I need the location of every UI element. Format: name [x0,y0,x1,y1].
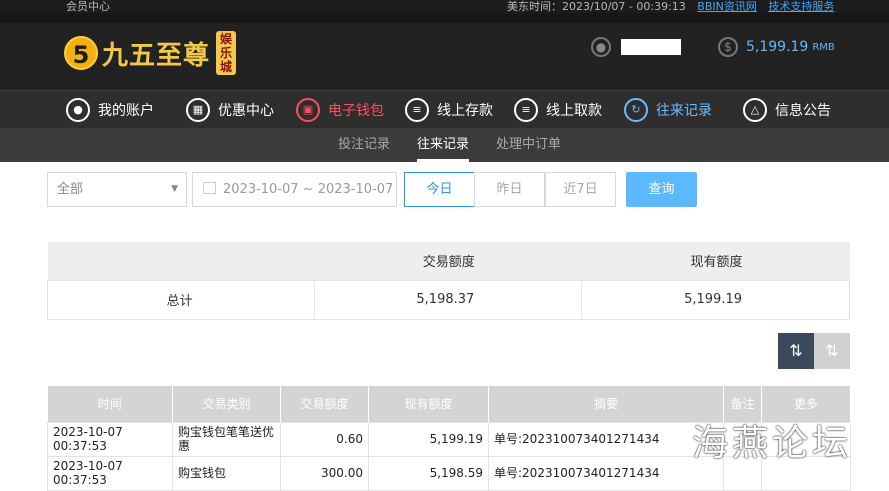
row-balance: 5,199.19 [368,421,489,457]
sort-asc-icon[interactable]: ⇅ [814,333,850,369]
last-7-days-button[interactable]: 近7日 [545,172,616,207]
col-summary: 摘要 [488,386,724,422]
deposit-icon: ≡ [405,98,429,122]
records-icon: ↻ [624,98,648,122]
row-amount: 300.00 [280,455,369,491]
gift-icon: ▦ [186,98,210,122]
summary-trade-value: 5,198.37 [313,279,583,320]
row-time: 2023-10-07 00:37:53 [47,455,173,491]
bell-icon: △ [743,98,767,122]
date-range-input[interactable]: 2023-10-07 ~ 2023-10-07 [192,172,397,207]
bbin-news-link[interactable]: BBIN资讯网 [697,0,757,13]
user-info[interactable]: ● [591,37,681,57]
chevron-down-icon: ▼ [171,184,178,194]
top-right: 美东时间：2023/10/07 - 00:39:13 BBIN资讯网 技术支持服… [507,0,834,13]
filter-bar: 全部 ▼ 2023-10-07 ~ 2023-10-07 今日 昨日 近7日 查… [47,172,850,208]
withdraw-icon: ≡ [514,98,538,122]
watermark: 海燕论坛 [692,423,853,464]
nav-my-account[interactable]: ● 我的账户 [66,91,154,129]
user-icon: ● [66,98,90,122]
row-time: 2023-10-07 00:37:53 [47,421,173,457]
col-type: 交易类别 [172,386,281,422]
nav-e-wallet[interactable]: ▣ 电子钱包 [296,91,384,129]
query-button[interactable]: 查询 [626,172,697,207]
dollar-icon: $ [718,37,738,57]
tab-pending-orders[interactable]: 处理中订单 [496,128,561,162]
logo-mark: 5 [64,36,98,70]
logo-badge: 娱乐城 [216,31,237,75]
row-type: 购宝钱包笔笔送优惠 [172,421,281,457]
calendar-icon [203,182,216,194]
col-balance: 现有额度 [368,386,489,422]
yesterday-button[interactable]: 昨日 [474,172,545,207]
col-time: 时间 [47,386,173,422]
logo[interactable]: 5 九五至尊 娱乐城 [64,31,237,75]
type-select[interactable]: 全部 ▼ [47,172,187,207]
balance-unit: RMB [812,41,835,53]
top-bar: 会员中心 美东时间：2023/10/07 - 00:39:13 BBIN资讯网 … [0,0,889,13]
balance-display: $ 5,199.19 RMB [718,37,835,57]
row-type: 购宝钱包 [172,455,281,491]
row-amount: 0.60 [280,421,369,457]
row-summary: 单号:202310073401271434 [488,455,724,491]
logo-text: 九五至尊 [102,40,211,71]
main-nav: ● 我的账户 ▦ 优惠中心 ▣ 电子钱包 ≡ 线上存款 ≡ 线上取款 ↻ 往来记录 △ 信息公… [0,90,889,128]
summary-table: 交易额度 现有额度 总计 5,198.37 5,199.19 [47,242,850,320]
row-summary: 单号:202310073401271434 [488,421,724,457]
user-icon: ● [591,37,611,57]
row-balance: 5,198.59 [368,455,489,491]
summary-current-value: 5,199.19 [581,279,850,320]
sub-nav: 投注记录 往来记录 处理中订单 [0,128,889,162]
balance-value: 5,199.19 [746,39,809,55]
summary-header-blank [47,242,315,280]
summary-header-trade: 交易额度 [314,242,582,280]
nav-online-withdraw[interactable]: ≡ 线上取款 [514,91,602,129]
nav-online-deposit[interactable]: ≡ 线上存款 [405,91,493,129]
username-redacted [621,39,681,55]
tech-support-link[interactable]: 技术支持服务 [768,0,834,13]
nav-announcements[interactable]: △ 信息公告 [743,91,831,129]
col-amount: 交易额度 [280,386,369,422]
today-button[interactable]: 今日 [404,172,475,207]
tab-bet-records[interactable]: 投注记录 [338,128,390,162]
summary-total-label: 总计 [47,279,315,320]
eastern-time: 美东时间：2023/10/07 - 00:39:13 [507,0,686,13]
sort-desc-icon[interactable]: ⇅ [778,333,814,369]
summary-header-current: 现有额度 [581,242,850,280]
wallet-icon: ▣ [296,98,320,122]
nav-promotions[interactable]: ▦ 优惠中心 [186,91,274,129]
nav-records[interactable]: ↻ 往来记录 [624,91,712,129]
header: 5 九五至尊 娱乐城 ● $ 5,199.19 RMB [0,13,889,90]
tab-transaction-records[interactable]: 往来记录 [417,128,470,162]
member-center-label: 会员中心 [66,0,110,13]
